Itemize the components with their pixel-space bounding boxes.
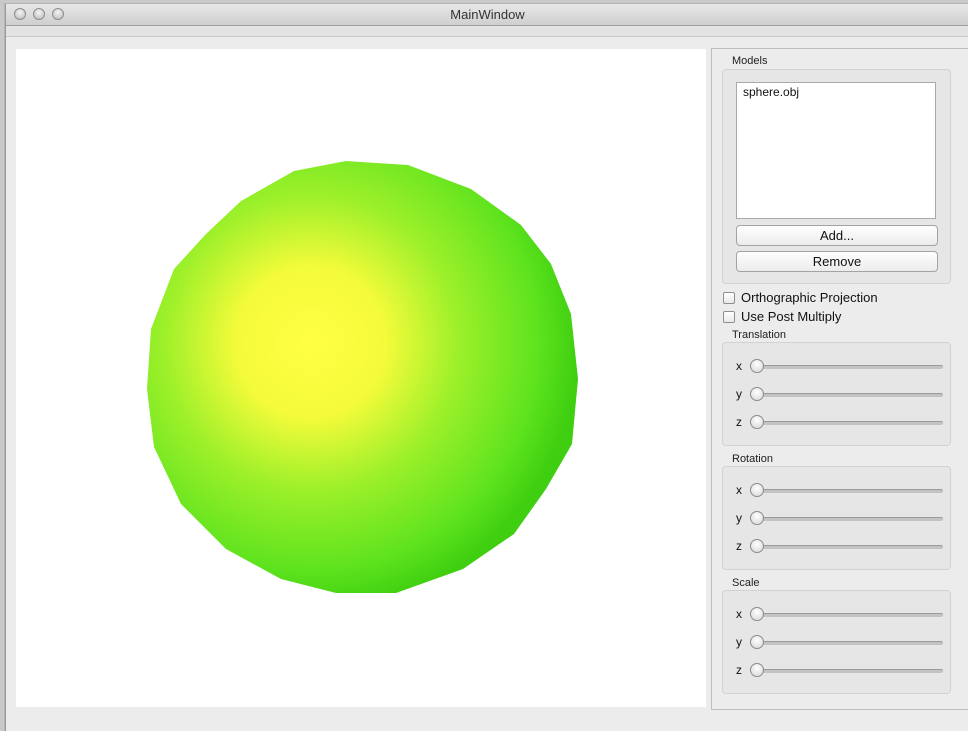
rendered-sphere [147,161,578,593]
toolbar-strip [6,26,968,37]
slider-knob[interactable] [750,635,764,649]
add-model-button[interactable]: Add... [736,225,938,246]
title-bar[interactable]: MainWindow [6,4,968,26]
slider-track[interactable] [754,489,943,493]
gl-viewport[interactable] [16,49,706,707]
translation-x-label: x [736,359,742,373]
slider-knob[interactable] [750,539,764,553]
rotation-group-title: Rotation [732,453,773,465]
scale-x-label: x [736,607,742,621]
slider-knob[interactable] [750,511,764,525]
slider-track[interactable] [754,641,943,645]
scale-group-title: Scale [732,577,760,589]
rotation-x-label: x [736,483,742,497]
list-item[interactable]: sphere.obj [737,83,935,101]
slider-knob[interactable] [750,483,764,497]
models-group-title: Models [732,55,768,67]
window-title: MainWindow [450,7,525,22]
orthographic-label: Orthographic Projection [741,290,878,305]
scale-x-slider[interactable]: x [736,607,946,623]
post-multiply-checkbox[interactable] [723,311,735,323]
scale-y-slider[interactable]: y [736,635,946,651]
slider-knob[interactable] [750,607,764,621]
orthographic-checkbox[interactable] [723,292,735,304]
slider-track[interactable] [754,393,943,397]
scale-z-slider[interactable]: z [736,663,946,679]
slider-track[interactable] [754,669,943,673]
rotation-z-slider[interactable]: z [736,539,946,555]
translation-y-label: y [736,387,742,401]
post-multiply-label: Use Post Multiply [741,309,842,324]
rotation-x-slider[interactable]: x [736,483,946,499]
slider-knob[interactable] [750,663,764,677]
models-list[interactable]: sphere.obj [736,82,936,219]
slider-knob[interactable] [750,359,764,373]
translation-x-slider[interactable]: x [736,359,946,375]
translation-z-label: z [736,415,742,429]
slider-knob[interactable] [750,415,764,429]
slider-track[interactable] [754,613,943,617]
rotation-y-label: y [736,511,742,525]
translation-z-slider[interactable]: z [736,415,946,431]
rotation-y-slider[interactable]: y [736,511,946,527]
scale-z-label: z [736,663,742,677]
slider-track[interactable] [754,545,943,549]
slider-track[interactable] [754,421,943,425]
rotation-z-label: z [736,539,742,553]
sphere-mesh [147,161,578,593]
slider-track[interactable] [754,365,943,369]
remove-model-button[interactable]: Remove [736,251,938,272]
slider-track[interactable] [754,517,943,521]
scale-y-label: y [736,635,742,649]
translation-group-title: Translation [732,329,787,341]
slider-knob[interactable] [750,387,764,401]
translation-y-slider[interactable]: y [736,387,946,403]
